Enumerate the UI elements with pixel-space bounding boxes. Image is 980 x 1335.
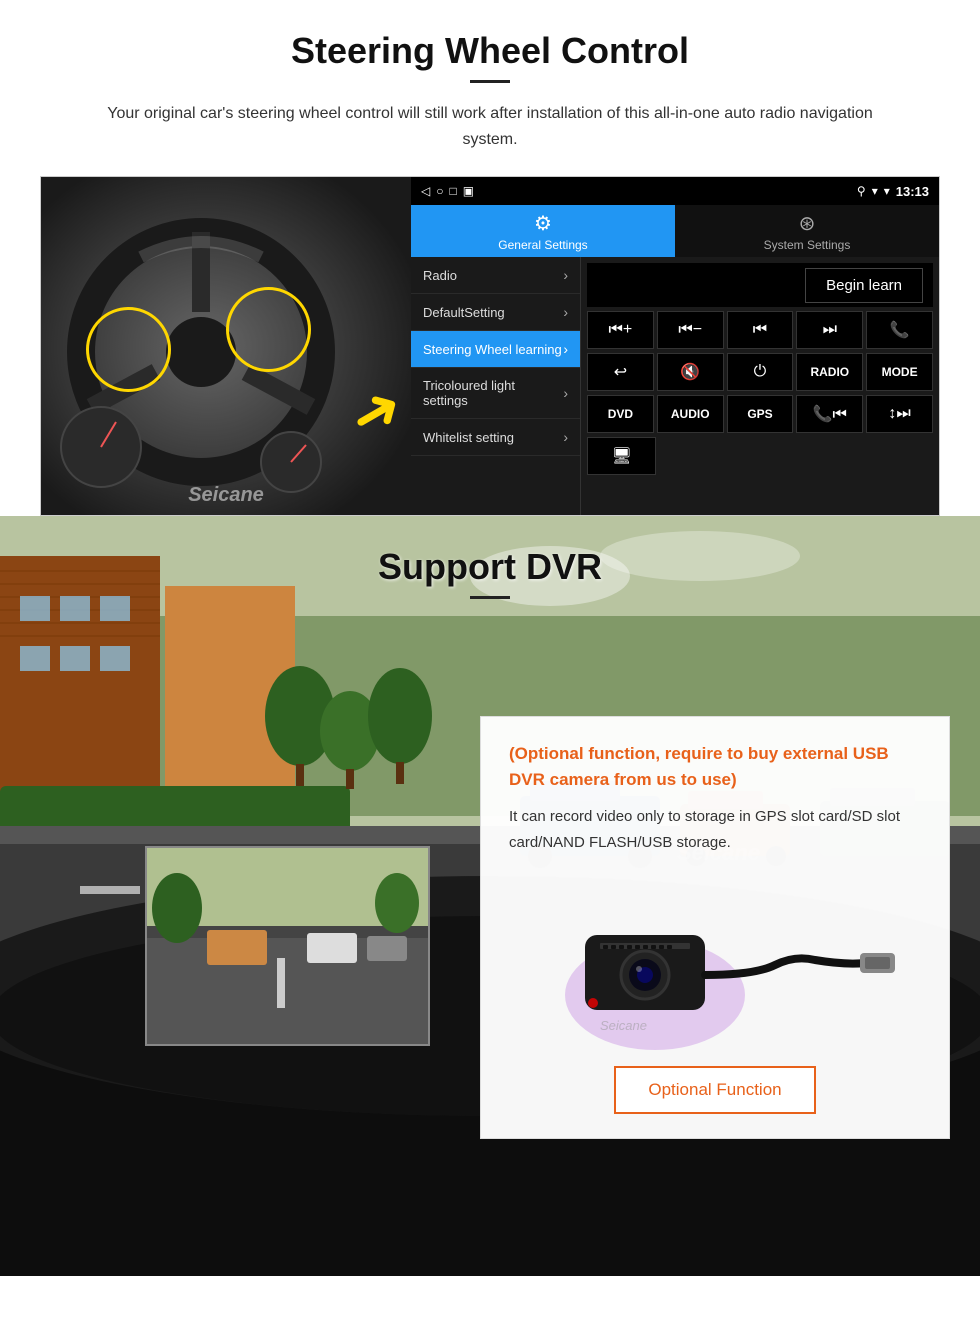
power-icon: ⏻ bbox=[754, 363, 767, 381]
menu-item-tricoloured[interactable]: Tricoloured light settings › bbox=[411, 368, 580, 419]
chevron-icon-4: › bbox=[563, 385, 568, 401]
menu-whitelist-label: Whitelist setting bbox=[423, 430, 514, 445]
optional-btn-row: Optional Function bbox=[509, 1066, 921, 1114]
menu-steering-label: Steering Wheel learning bbox=[423, 342, 562, 357]
phone-prev-icon: 📞⏮ bbox=[813, 404, 847, 424]
extra-icon: 🖥 bbox=[611, 446, 631, 466]
settings-icon: ⚙ bbox=[534, 211, 552, 236]
ctrl-btn-hangup[interactable]: ↩ bbox=[587, 353, 654, 391]
control-grid-2: ↩ 🔇 ⏻ RADIO MODE bbox=[587, 353, 933, 391]
steering-divider bbox=[470, 80, 510, 83]
vol-down-icon: ⏮− bbox=[678, 321, 702, 339]
menu-radio-label: Radio bbox=[423, 268, 457, 283]
home-icon: ○ bbox=[436, 184, 443, 198]
menu-icon: ▣ bbox=[463, 184, 474, 198]
prev-icon: ⏮ bbox=[753, 321, 767, 339]
control-grid-1: ⏮+ ⏮− ⏮ ⏭ 📞 bbox=[587, 311, 933, 349]
ctrl-btn-phone[interactable]: 📞 bbox=[866, 311, 933, 349]
signal-icon: ▾ bbox=[872, 184, 878, 198]
android-right-panel: Begin learn ⏮+ ⏮− ⏮ ⏭ 📞 ↩ 🔇 ⏻ bbox=[581, 257, 939, 515]
tab-general-settings[interactable]: ⚙ General Settings bbox=[411, 205, 675, 257]
statusbar-right: ⚲ ▾ ▾ 13:13 bbox=[857, 184, 929, 199]
ctrl-btn-mute[interactable]: 🔇 bbox=[657, 353, 724, 391]
ctrl-btn-mode[interactable]: MODE bbox=[866, 353, 933, 391]
ctrl-btn-extra[interactable]: 🖥 bbox=[587, 437, 656, 475]
begin-learn-button[interactable]: Begin learn bbox=[805, 268, 923, 303]
chevron-icon-3: › bbox=[563, 341, 568, 357]
ctrl-btn-vol-up[interactable]: ⏮+ bbox=[587, 311, 654, 349]
steering-demo: ➜ Seicane ◁ ○ □ ▣ ⚲ ▾ ▾ 13:13 bbox=[40, 176, 940, 516]
control-grid-3: DVD AUDIO GPS 📞⏮ ↕⏭ bbox=[587, 395, 933, 433]
ctrl-btn-vol-down[interactable]: ⏮− bbox=[657, 311, 724, 349]
location-icon: ⚲ bbox=[857, 184, 866, 198]
ctrl-btn-next[interactable]: ⏭ bbox=[796, 311, 863, 349]
menu-item-radio[interactable]: Radio › bbox=[411, 257, 580, 294]
ctrl-btn-phone-next[interactable]: ↕⏭ bbox=[866, 395, 933, 433]
optional-function-button[interactable]: Optional Function bbox=[614, 1066, 815, 1114]
next-icon: ⏭ bbox=[823, 321, 837, 339]
ctrl-btn-audio[interactable]: AUDIO bbox=[657, 395, 724, 433]
seicane-watermark-steering: Seicane bbox=[188, 484, 264, 507]
back-icon: ◁ bbox=[421, 184, 430, 198]
dvr-section: Support DVR Seicane (Optional function, … bbox=[0, 516, 980, 1276]
ctrl-btn-phone-prev[interactable]: 📞⏮ bbox=[796, 395, 863, 433]
dvr-info-card: (Optional function, require to buy exter… bbox=[480, 716, 950, 1139]
begin-learn-row: Begin learn bbox=[587, 263, 933, 307]
tab-general-label: General Settings bbox=[498, 238, 587, 252]
dvd-label: DVD bbox=[608, 407, 633, 421]
android-tabs: ⚙ General Settings ⊛ System Settings bbox=[411, 205, 939, 257]
system-icon: ⊛ bbox=[799, 211, 816, 236]
menu-item-steering-learning[interactable]: Steering Wheel learning › bbox=[411, 331, 580, 368]
android-menu: Radio › DefaultSetting › Steering Wheel … bbox=[411, 257, 581, 515]
highlight-circle-right bbox=[226, 287, 311, 372]
android-panel: ◁ ○ □ ▣ ⚲ ▾ ▾ 13:13 ⚙ General Settings bbox=[411, 177, 939, 515]
steering-subtitle: Your original car's steering wheel contr… bbox=[80, 101, 900, 152]
tab-system-settings[interactable]: ⊛ System Settings bbox=[675, 205, 939, 257]
phone-icon: 📞 bbox=[890, 320, 910, 340]
mute-icon: 🔇 bbox=[680, 362, 700, 382]
dvr-optional-text: (Optional function, require to buy exter… bbox=[509, 741, 921, 792]
dvr-camera-product-image: Seicane bbox=[509, 875, 921, 1050]
control-row-extra: 🖥 bbox=[587, 437, 933, 475]
dvr-desc-text: It can record video only to storage in G… bbox=[509, 804, 921, 855]
steering-section: Steering Wheel Control Your original car… bbox=[0, 0, 980, 516]
ctrl-btn-radio[interactable]: RADIO bbox=[796, 353, 863, 391]
ctrl-btn-dvd[interactable]: DVD bbox=[587, 395, 654, 433]
recents-icon: □ bbox=[449, 184, 456, 198]
car-photo: ➜ Seicane bbox=[41, 177, 411, 516]
phone-next-icon: ↕⏭ bbox=[888, 405, 910, 423]
menu-item-defaultsetting[interactable]: DefaultSetting › bbox=[411, 294, 580, 331]
svg-text:Seicane: Seicane bbox=[600, 1018, 647, 1033]
dvr-inset-camera-view bbox=[145, 846, 430, 1046]
menu-default-label: DefaultSetting bbox=[423, 305, 505, 320]
gps-label: GPS bbox=[747, 407, 772, 421]
statusbar-time: 13:13 bbox=[896, 184, 929, 199]
highlight-circle-left bbox=[86, 307, 171, 392]
android-body: Radio › DefaultSetting › Steering Wheel … bbox=[411, 257, 939, 515]
mode-label: MODE bbox=[882, 365, 918, 379]
chevron-icon-2: › bbox=[563, 304, 568, 320]
steering-title: Steering Wheel Control bbox=[40, 30, 940, 72]
vol-up-icon: ⏮+ bbox=[609, 321, 633, 339]
ctrl-btn-gps[interactable]: GPS bbox=[727, 395, 794, 433]
chevron-icon-5: › bbox=[563, 429, 568, 445]
chevron-icon: › bbox=[563, 267, 568, 283]
audio-label: AUDIO bbox=[671, 407, 710, 421]
hangup-icon: ↩ bbox=[614, 362, 627, 382]
statusbar-nav: ◁ ○ □ ▣ bbox=[421, 184, 474, 198]
tab-system-label: System Settings bbox=[764, 238, 851, 252]
wifi-icon: ▾ bbox=[884, 184, 890, 198]
ctrl-btn-power[interactable]: ⏻ bbox=[727, 353, 794, 391]
radio-label: RADIO bbox=[810, 365, 849, 379]
ctrl-btn-prev[interactable]: ⏮ bbox=[727, 311, 794, 349]
menu-item-whitelist[interactable]: Whitelist setting › bbox=[411, 419, 580, 456]
menu-tricoloured-label: Tricoloured light settings bbox=[423, 378, 563, 408]
android-statusbar: ◁ ○ □ ▣ ⚲ ▾ ▾ 13:13 bbox=[411, 177, 939, 205]
